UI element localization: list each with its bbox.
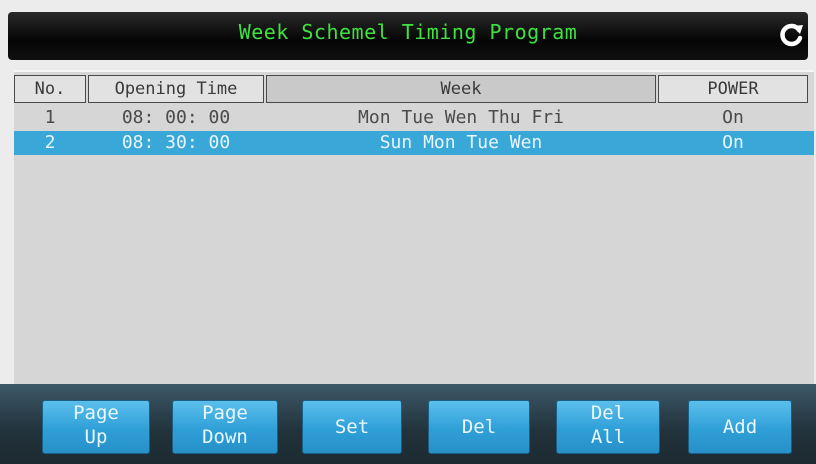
row-week: Sun Mon Tue Wen [379, 132, 543, 153]
row-no: 2 [44, 132, 56, 153]
del-all-button[interactable]: Del All [556, 400, 660, 454]
row-no: 1 [44, 107, 56, 128]
row-opening-time: 08: 30: 00 [121, 132, 231, 153]
page-down-button[interactable]: Page Down [172, 400, 278, 454]
row-opening-time: 08: 00: 00 [121, 107, 231, 128]
del-button[interactable]: Del [428, 400, 530, 454]
page-title: Week Schemel Timing Program [238, 20, 578, 44]
add-label: Add [722, 416, 758, 438]
button-bar: Page Up Page Down Set Del Del All Add [0, 384, 816, 464]
title-bar: Week Schemel Timing Program [8, 12, 808, 60]
header-opening-time: Opening Time [88, 75, 264, 103]
row-week: Mon Tue Wen Thu Fri [358, 107, 564, 128]
table-row[interactable]: 1 08: 00: 00 Mon Tue Wen Thu Fri On [14, 106, 814, 130]
row-power: On [722, 107, 744, 128]
page-up-label-line2: Up [84, 426, 108, 448]
refresh-icon[interactable] [776, 20, 806, 50]
del-all-label-line2: All [590, 426, 626, 448]
header-power: POWER [658, 75, 808, 103]
timing-table: No. Opening Time Week POWER 1 08: 00: 00… [14, 70, 814, 384]
set-label: Set [334, 416, 370, 438]
header-no: No. [14, 75, 86, 103]
row-power: On [722, 132, 744, 153]
page-down-label-line2: Down [202, 426, 248, 448]
set-button[interactable]: Set [302, 400, 402, 454]
header-week: Week [266, 75, 656, 103]
add-button[interactable]: Add [688, 400, 792, 454]
page-up-button[interactable]: Page Up [42, 400, 150, 454]
page-down-label-line1: Page [202, 402, 248, 424]
del-all-label-line1: Del [590, 402, 626, 424]
table-row-selected[interactable]: 2 08: 30: 00 Sun Mon Tue Wen On [14, 131, 814, 155]
page-up-label-line1: Page [73, 402, 119, 424]
del-label: Del [461, 416, 497, 438]
screen: Week Schemel Timing Program No. Opening … [0, 0, 816, 464]
